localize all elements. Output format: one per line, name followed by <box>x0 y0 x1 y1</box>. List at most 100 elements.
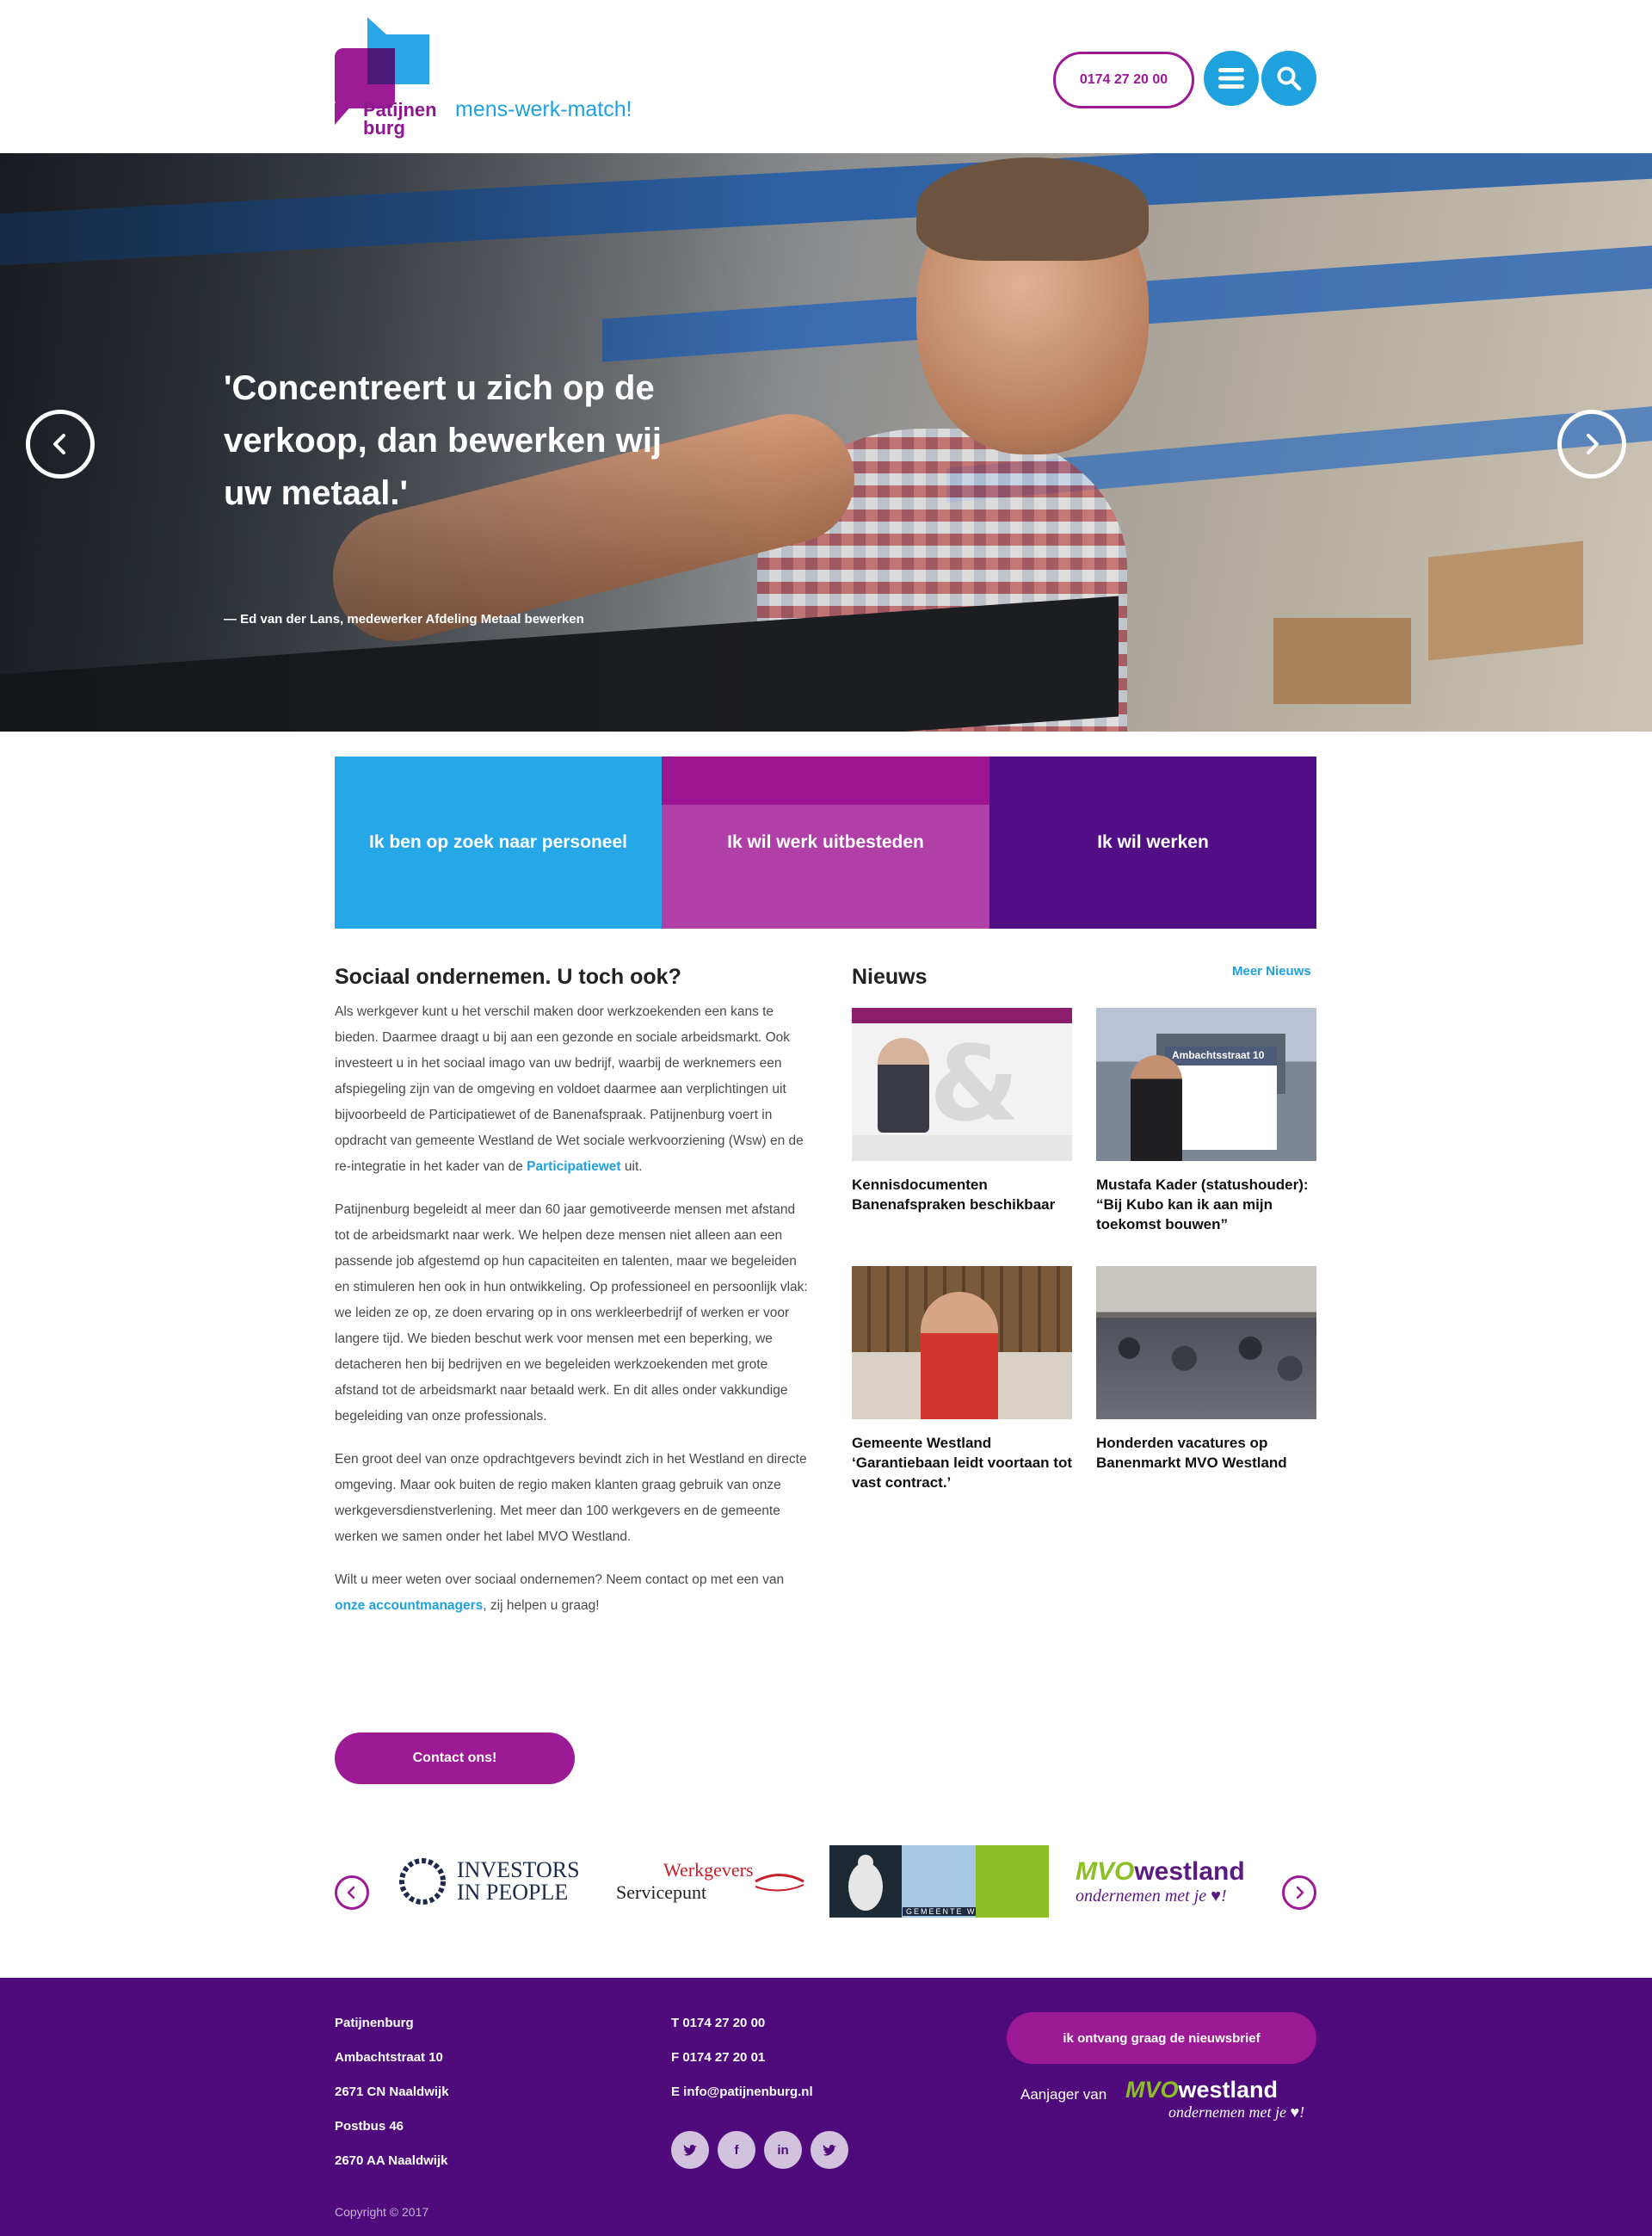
mvo-westland-logo[interactable]: MVOwestland ondernemen met je ♥! <box>1076 1843 1245 1920</box>
mvo-part-b: westland <box>1178 2077 1279 2103</box>
hero-photo-box <box>1273 618 1411 704</box>
wsp-line1: Werkgevers <box>663 1859 754 1881</box>
news-item[interactable]: Gemeente Westland ‘Garantiebaan leidt vo… <box>852 1266 1072 1492</box>
footer-fax: F 0174 27 20 01 <box>671 2050 766 2065</box>
contact-button[interactable]: Contact ons! <box>335 1733 575 1784</box>
about-paragraph: Als werkgever kunt u het verschil maken … <box>335 999 812 1180</box>
site-header: Patijnen burg mens-werk-match! 0174 27 2… <box>0 0 1652 153</box>
news-image-person <box>921 1292 998 1419</box>
news-image-bar <box>852 1008 1072 1023</box>
wsp-line2: Servicepunt <box>616 1881 707 1903</box>
carousel-next-button[interactable] <box>1282 1875 1316 1910</box>
tile-label: Ik ben op zoek naar personeel <box>369 832 627 852</box>
ampersand-graphic: & <box>929 1025 1020 1145</box>
mvo-text: MVOwestland ondernemen met je ♥! <box>1076 1857 1245 1906</box>
news-image[interactable]: Ambachtsstraat 10 <box>1096 1008 1316 1161</box>
search-icon <box>1277 66 1302 91</box>
hero-prev-button[interactable] <box>26 410 95 479</box>
mvo-main: MVOwestland <box>1125 2077 1304 2103</box>
footer-address: Patijnenburg Ambachtstraat 10 2671 CN Na… <box>335 2016 449 2188</box>
site-footer: Patijnenburg Ambachtstraat 10 2671 CN Na… <box>0 1978 1652 2236</box>
partner-carousel: INVESTORS IN PEOPLE Werkgevers Servicepu… <box>335 1843 1316 1920</box>
footer-email[interactable]: E info@patijnenburg.nl <box>671 2085 813 2119</box>
about-paragraph: Een groot deel van onze opdrachtgevers b… <box>335 1452 807 1544</box>
sign-text: Ambachtsstraat 10 <box>1172 1049 1265 1061</box>
footer-address-line: 2670 AA Naaldwijk <box>335 2153 448 2168</box>
crest-icon <box>848 1855 883 1911</box>
logo-word-line2: burg <box>363 117 405 139</box>
tile-label: Ik wil werk uitbesteden <box>727 832 924 852</box>
hero-next-button[interactable] <box>1557 410 1626 479</box>
twitter-icon[interactable] <box>811 2131 848 2169</box>
gemeente-westland-logo[interactable]: GEMEENTE WESTLAND <box>829 1843 1049 1920</box>
news-item[interactable]: Ambachtsstraat 10 Mustafa Kader (statush… <box>1096 1008 1316 1234</box>
iip-line2: IN PEOPLE <box>457 1880 569 1905</box>
tile-uitbesteden[interactable]: Ik wil werk uitbesteden <box>662 757 989 929</box>
news-image-person <box>1131 1055 1182 1161</box>
phone-button[interactable]: 0174 27 20 00 <box>1053 52 1194 108</box>
news-item[interactable]: Honderden vacatures op Banenmarkt MVO We… <box>1096 1266 1316 1473</box>
chevron-right-icon <box>1587 434 1599 454</box>
about-text: Als werkgever kunt u het verschil maken … <box>335 999 812 1636</box>
participatiewet-link[interactable]: Participatiewet <box>527 1159 620 1174</box>
footer-mvo-westland-logo[interactable]: MVOwestland ondernemen met je ♥! <box>1125 2077 1304 2122</box>
social-links: f in <box>671 2131 848 2169</box>
hero-slider: 'Concentreert u zich op de verkoop, dan … <box>0 153 1652 732</box>
werkgevers-servicepunt-logo[interactable]: Werkgevers Servicepunt <box>616 1843 805 1920</box>
about-paragraph: Patijnenburg begeleidt al meer dan 60 ja… <box>335 1202 808 1424</box>
twitter-icon[interactable] <box>671 2131 709 2169</box>
newsletter-button[interactable]: ik ontvang graag de nieuwsbrief <box>1007 2012 1316 2064</box>
copyright: Copyright © 2017 <box>335 2205 429 2219</box>
about-p4: Wilt u meer weten over sociaal onderneme… <box>335 1572 785 1587</box>
mvo-part-a: MVO <box>1076 1856 1135 1886</box>
footer-contact: T 0174 27 20 00 F 0174 27 20 01 E info@p… <box>671 2016 813 2119</box>
news-image[interactable] <box>1096 1266 1316 1419</box>
tagline: mens-werk-match! <box>455 97 632 121</box>
gw-crest <box>829 1845 902 1918</box>
about-p1-end: uit. <box>620 1159 643 1174</box>
footer-address-line: 2671 CN Naaldwijk <box>335 2085 449 2099</box>
twitter-icon <box>823 2144 836 2156</box>
aanjager-label: Aanjager van <box>1020 2086 1107 2103</box>
chevron-right-icon <box>1296 1886 1304 1899</box>
hero-photo-hair <box>916 158 1149 261</box>
investors-in-people-logo[interactable]: INVESTORS IN PEOPLE <box>397 1843 580 1920</box>
accountmanagers-link[interactable]: onze accountmanagers <box>335 1598 483 1613</box>
news-image-person <box>878 1038 929 1133</box>
news-title: Nieuws <box>852 965 928 989</box>
linkedin-icon[interactable]: in <box>764 2131 802 2169</box>
hero-photo-box <box>1428 540 1583 661</box>
footer-address-line: Patijnenburg <box>335 2016 414 2030</box>
hero-quote: 'Concentreert u zich op de verkoop, dan … <box>224 369 663 512</box>
news-image-crowd <box>1096 1318 1316 1419</box>
news-caption[interactable]: Kennisdocumenten Banenafspraken beschikb… <box>852 1175 1072 1214</box>
news-caption[interactable]: Mustafa Kader (statushouder): “Bij Kubo … <box>1096 1175 1316 1234</box>
footer-phone[interactable]: T 0174 27 20 00 <box>671 2016 813 2050</box>
news-image[interactable]: & <box>852 1008 1072 1161</box>
wsp-text: Werkgevers Servicepunt <box>616 1859 754 1904</box>
iip-line1: INVESTORS <box>457 1857 580 1882</box>
mvo-subline: ondernemen met je ♥! <box>1076 1886 1227 1906</box>
news-image[interactable] <box>852 1266 1072 1419</box>
about-p4-end: , zij helpen u graag! <box>483 1598 600 1613</box>
search-button[interactable] <box>1261 51 1316 106</box>
footer-address-line: Postbus 46 <box>335 2119 404 2134</box>
news-item[interactable]: & Kennisdocumenten Banenafspraken beschi… <box>852 1008 1072 1214</box>
tile-werken[interactable]: Ik wil werken <box>989 757 1316 929</box>
tile-personeel[interactable]: Ik ben op zoek naar personeel <box>335 757 662 929</box>
tile-label: Ik wil werken <box>1097 832 1209 852</box>
menu-icon <box>1218 68 1244 89</box>
about-paragraph: Wilt u meer weten over sociaal onderneme… <box>335 1567 812 1619</box>
facebook-icon[interactable]: f <box>718 2131 755 2169</box>
carousel-prev-button[interactable] <box>335 1875 369 1910</box>
news-caption[interactable]: Gemeente Westland ‘Garantiebaan leidt vo… <box>852 1433 1072 1492</box>
mvo-part-b: westland <box>1134 1856 1245 1886</box>
more-news-link[interactable]: Meer Nieuws <box>1232 964 1311 979</box>
news-caption[interactable]: Honderden vacatures op Banenmarkt MVO We… <box>1096 1433 1316 1473</box>
news-image-strip <box>852 1135 1072 1161</box>
logo-word-line1: Patijnen <box>363 99 437 120</box>
menu-button[interactable] <box>1204 51 1259 106</box>
linkedin-glyph: in <box>777 2142 789 2158</box>
logo-wordmark: Patijnen burg <box>363 99 437 139</box>
twitter-icon <box>683 2144 697 2156</box>
